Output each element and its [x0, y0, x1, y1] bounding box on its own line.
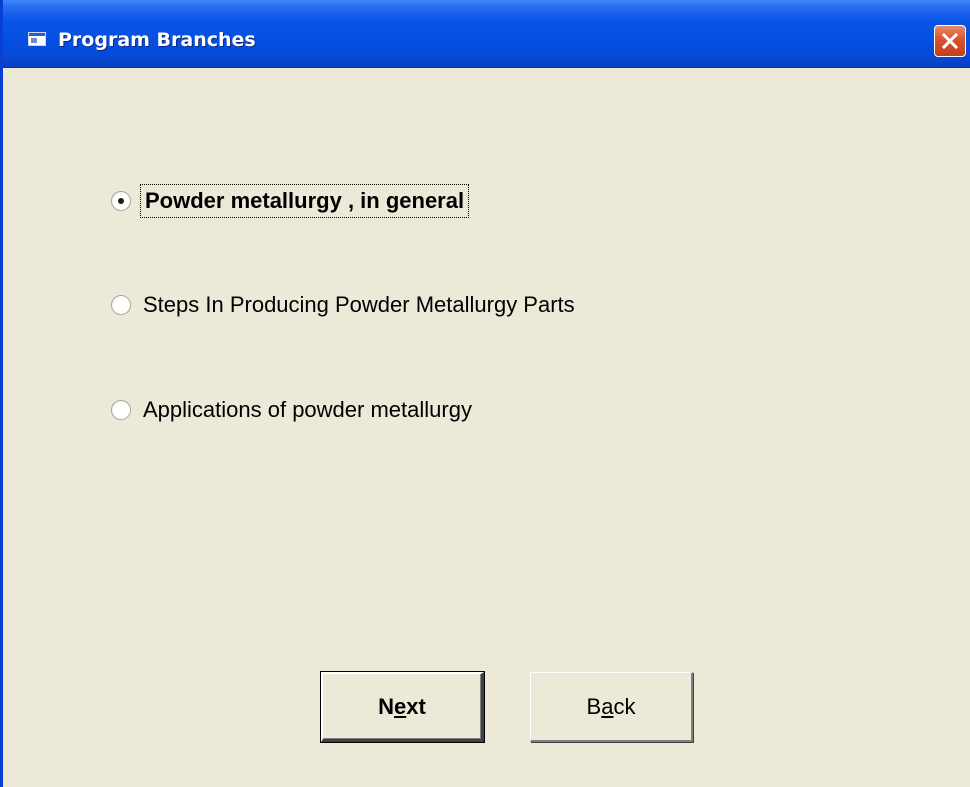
radio-option-general[interactable]: Powder metallurgy , in general — [111, 181, 470, 221]
radio-option-steps[interactable]: Steps In Producing Powder Metallurgy Par… — [111, 285, 575, 325]
program-branches-window: Program Branches Powder metallurgy , in … — [0, 0, 970, 787]
back-button-label: Back — [586, 693, 636, 719]
radio-button-general[interactable] — [111, 191, 131, 211]
radio-button-steps[interactable] — [111, 295, 131, 315]
close-icon — [941, 32, 959, 50]
radio-option-applications-label: Applications of powder metallurgy — [143, 397, 472, 422]
radio-option-applications[interactable]: Applications of powder metallurgy — [111, 390, 472, 430]
window-icon — [28, 32, 46, 46]
next-button-label: Next — [378, 693, 426, 719]
title-bar[interactable]: Program Branches — [3, 0, 970, 68]
next-button[interactable]: Next — [320, 671, 485, 743]
radio-option-steps-label: Steps In Producing Powder Metallurgy Par… — [143, 292, 575, 317]
radio-option-general-label: Powder metallurgy , in general — [139, 184, 470, 218]
radio-button-applications[interactable] — [111, 400, 131, 420]
window-title: Program Branches — [58, 29, 256, 51]
close-button[interactable] — [934, 25, 966, 57]
back-button[interactable]: Back — [530, 672, 693, 742]
